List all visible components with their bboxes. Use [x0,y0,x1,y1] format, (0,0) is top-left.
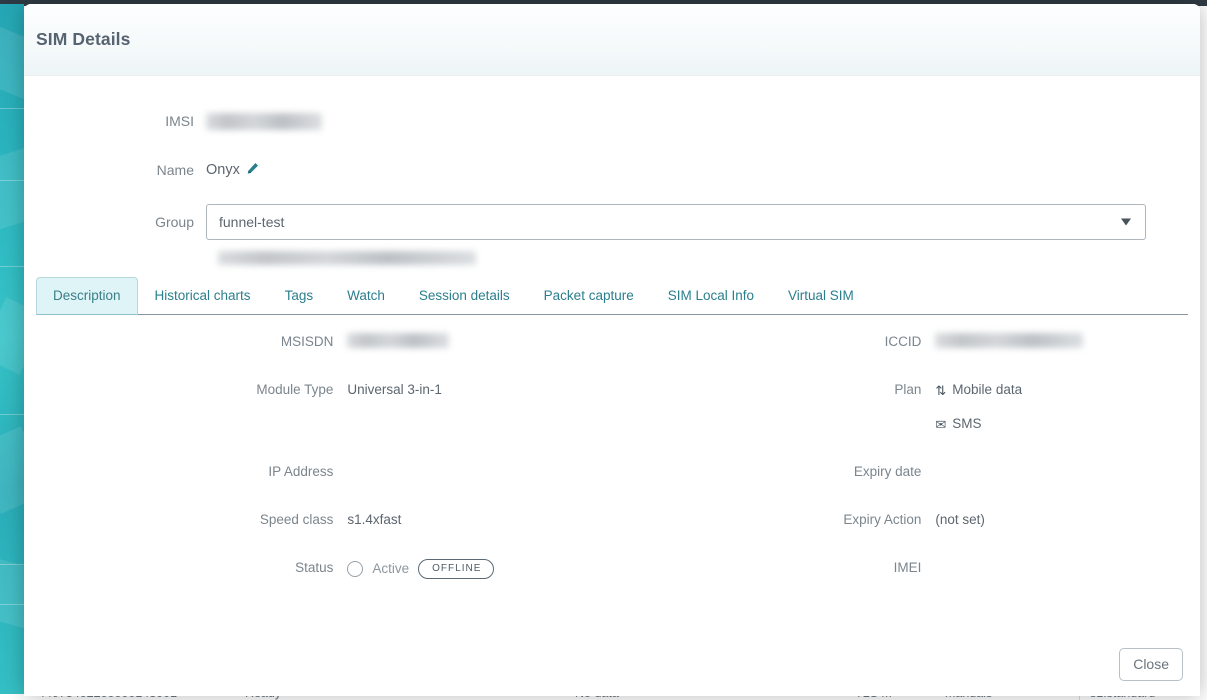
tab-packet-capture[interactable]: Packet capture [527,277,651,315]
detail-column-left: MSISDN Module Type Universal 3-in-1 IP A… [24,331,612,605]
group-subtext-row [24,251,1200,265]
detail-row-imei: IMEI [612,557,1200,605]
speed-class-label: Speed class [24,509,347,529]
close-button[interactable]: Close [1119,648,1183,681]
rail-facet [0,559,24,629]
module-type-label: Module Type [24,379,347,399]
rail-divider [0,604,24,605]
rail-divider [0,180,24,181]
expiry-date-label: Expiry date [612,461,935,481]
tab-description[interactable]: Description [36,277,138,315]
name-value: Onyx [206,162,240,178]
redacted-msisdn-value [347,333,449,348]
redacted-iccid-value [935,333,1083,348]
form-row-group: Group funnel-test [24,204,1200,240]
tab-watch[interactable]: Watch [330,277,402,315]
plan-value: ⇅ Mobile data ✉ SMS [935,379,1200,433]
tab-virtual-sim[interactable]: Virtual SIM [771,277,871,315]
imei-label: IMEI [612,557,935,577]
tab-session-details[interactable]: Session details [402,277,527,315]
form-row-name: Name Onyx [24,155,1200,185]
redacted-group-subtext [218,251,476,265]
left-nav-rail[interactable] [0,4,24,694]
imsi-value [206,113,1200,130]
status-line: Active OFFLINE [347,559,612,579]
detail-row-expiry-date: Expiry date [612,461,1200,509]
rail-facet [0,297,24,375]
expiry-action-value: (not set) [935,509,1200,529]
modal-body: IMSI Name Onyx Grou [24,76,1200,632]
ip-address-value [347,461,612,463]
tabs-container: Description Historical charts Tags Watch… [36,277,1188,315]
imsi-label: IMSI [24,112,206,130]
rail-divider [0,414,24,415]
plan-item-label: Mobile data [952,381,1022,399]
rail-facet [0,426,24,514]
msisdn-value [347,331,612,348]
detail-column-right: ICCID Plan ⇅ Mobile data ✉ SMS [612,331,1200,605]
sim-details-modal: SIM Details IMSI Name Onyx [24,4,1200,696]
radio-unchecked-icon[interactable] [347,561,363,577]
rail-divider [0,266,24,267]
status-badge: OFFLINE [418,559,494,579]
group-select[interactable]: funnel-test [206,204,1146,240]
envelope-icon: ✉ [935,418,946,431]
plan-item-label: SMS [952,415,981,433]
form-row-imsi: IMSI [24,106,1200,136]
tab-tags[interactable]: Tags [268,277,331,315]
redacted-imsi-value [206,113,322,130]
data-transfer-icon: ⇅ [935,384,946,397]
detail-row-iccid: ICCID [612,331,1200,379]
group-select-value: funnel-test [219,214,284,230]
chevron-down-icon [1121,219,1131,226]
rail-facet [0,27,24,99]
rail-divider [0,108,24,109]
plan-item-sms: ✉ SMS [935,415,1200,433]
modal-footer: Close [24,632,1200,696]
tab-strip: Description Historical charts Tags Watch… [36,277,1188,314]
detail-row-expiry-action: Expiry Action (not set) [612,509,1200,557]
expiry-action-label: Expiry Action [612,509,935,529]
modal-header: SIM Details [24,4,1200,76]
group-value-wrap: funnel-test [206,204,1200,240]
rail-divider [0,564,24,565]
imei-value [935,557,1200,559]
detail-row-plan: Plan ⇅ Mobile data ✉ SMS [612,379,1200,461]
speed-class-value: s1.4xfast [347,509,612,529]
detail-row-status: Status Active OFFLINE [24,557,612,605]
plan-item-mobile-data: ⇅ Mobile data [935,381,1200,399]
ip-address-label: IP Address [24,461,347,481]
description-panel: MSISDN Module Type Universal 3-in-1 IP A… [24,315,1200,605]
detail-row-ip-address: IP Address [24,461,612,509]
detail-row-speed-class: Speed class s1.4xfast [24,509,612,557]
group-label: Group [24,213,206,231]
iccid-value [935,331,1200,348]
name-label: Name [24,161,206,179]
tab-sim-local-info[interactable]: SIM Local Info [651,277,771,315]
module-type-value: Universal 3-in-1 [347,379,612,399]
tab-historical-charts[interactable]: Historical charts [138,277,268,315]
status-active-text: Active [372,560,409,578]
rail-facet [0,148,24,230]
page-title: SIM Details [36,29,130,50]
msisdn-label: MSISDN [24,331,347,351]
expiry-date-value [935,461,1200,463]
top-form: IMSI Name Onyx Grou [24,76,1200,265]
plan-label: Plan [612,379,935,399]
pencil-icon[interactable] [246,162,259,177]
detail-row-module-type: Module Type Universal 3-in-1 [24,379,612,461]
status-label: Status [24,557,347,577]
iccid-label: ICCID [612,331,935,351]
status-value: Active OFFLINE [347,557,612,579]
name-value-wrap: Onyx [206,162,1200,178]
detail-row-msisdn: MSISDN [24,331,612,379]
